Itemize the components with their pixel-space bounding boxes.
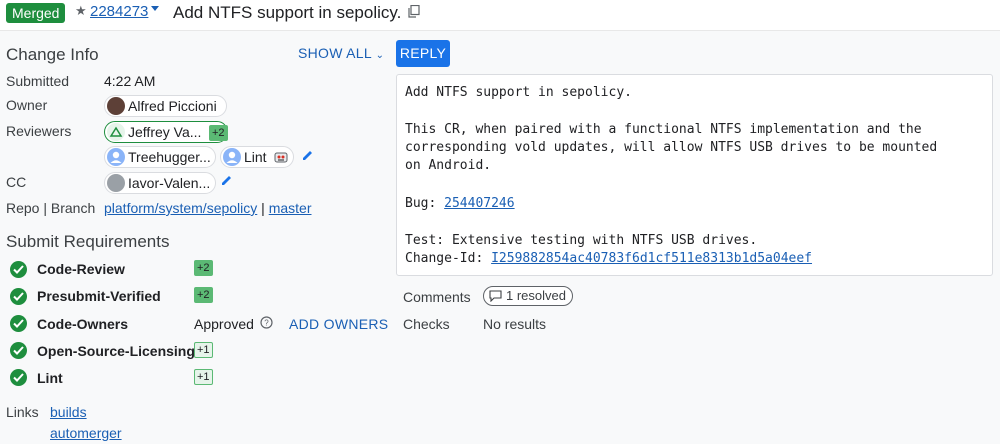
add-owners-button[interactable]: ADD OWNERS (289, 316, 388, 332)
reviewer-name: Jeffrey Va... (128, 124, 202, 140)
checks-label: Checks (403, 316, 450, 332)
requirement-vote: +2 (194, 287, 213, 303)
avatar (107, 97, 125, 115)
person-icon (226, 151, 238, 163)
change-subject: Add NTFS support in sepolicy. (173, 3, 402, 22)
change-number-link[interactable]: 2284273 (90, 3, 148, 20)
cc-name: Iavor-Valen... (128, 175, 211, 191)
comment-bubble-icon (489, 290, 502, 302)
chevron-down-icon[interactable] (151, 6, 159, 11)
cc-label: CC (6, 174, 27, 190)
requirement-status: Approved (194, 316, 254, 332)
check-circle-icon (10, 315, 27, 332)
reviewer-name: Lint (244, 149, 267, 165)
change-info-title: Change Info (6, 45, 99, 64)
avatar (107, 123, 125, 141)
commit-message-box: Add NTFS support in sepolicy. This CR, w… (396, 74, 993, 276)
commit-message-line: corresponding vold updates, will allow N… (405, 140, 938, 155)
show-all-button[interactable]: SHOW ALL ⌄ (298, 45, 384, 61)
star-icon[interactable]: ★ (75, 3, 87, 19)
bug-line: Bug: 254407246 (405, 196, 515, 211)
owner-chip[interactable]: Alfred Piccioni (104, 95, 227, 117)
submitted-label: Submitted (6, 73, 70, 89)
comments-resolved-text: 1 resolved (506, 288, 566, 303)
svg-text:?: ? (264, 319, 269, 328)
submitted-value: 4:22 AM (104, 73, 156, 89)
commit-message-line: Add NTFS support in sepolicy. (405, 85, 632, 100)
reviewer-name: Treehugger... (128, 149, 211, 165)
links-label: Links (6, 404, 39, 420)
repo-branch-separator: | (261, 200, 265, 216)
reviewer-vote: +2 (209, 125, 228, 141)
avatar (223, 148, 241, 166)
branch-link[interactable]: master (269, 200, 312, 216)
check-circle-icon (10, 342, 27, 359)
change-header: Merged ★ 2284273 Add NTFS support in sep… (0, 0, 1000, 31)
requirement-name: Code-Review (37, 261, 125, 277)
bug-link[interactable]: 254407246 (444, 196, 514, 211)
show-all-label: SHOW ALL (298, 45, 372, 61)
requirement-name: Presubmit-Verified (37, 288, 161, 304)
owner-name: Alfred Piccioni (128, 98, 217, 114)
check-circle-icon (10, 288, 27, 305)
requirement-vote: +2 (194, 260, 213, 276)
status-badge: Merged (6, 3, 66, 23)
check-circle-icon (10, 369, 27, 386)
submit-requirements-title: Submit Requirements (6, 232, 170, 251)
requirement-vote: +1 (194, 369, 213, 385)
automerger-link[interactable]: automerger (50, 425, 122, 441)
bug-label: Bug: (405, 196, 437, 211)
requirement-name: Lint (37, 370, 63, 386)
reply-button[interactable]: REPLY (396, 40, 450, 67)
person-icon (110, 151, 122, 163)
reviewer-chip[interactable]: Jeffrey Va... +2 (104, 121, 228, 143)
copy-icon[interactable] (408, 5, 420, 18)
checks-value: No results (483, 316, 547, 332)
repo-branch-label: Repo | Branch (6, 200, 96, 216)
comments-label: Comments (403, 289, 471, 305)
reviewers-label: Reviewers (6, 123, 72, 139)
reviewer-avatar-icon (109, 126, 123, 137)
avatar (107, 148, 125, 166)
robot-icon (274, 152, 288, 163)
commit-message-line: Test: Extensive testing with NTFS USB dr… (405, 233, 758, 248)
help-icon[interactable]: ? (260, 316, 273, 329)
edit-pencil-icon[interactable] (302, 149, 314, 161)
owner-label: Owner (6, 97, 48, 113)
repo-link[interactable]: platform/system/sepolicy (104, 200, 257, 216)
change-id-line: Change-Id: I259882854ac40783f6d1cf511e83… (405, 251, 812, 266)
commit-message-line: This CR, when paired with a functional N… (405, 122, 922, 137)
edit-pencil-icon[interactable] (221, 174, 233, 186)
repo-branch-value: platform/system/sepolicy | master (104, 200, 312, 216)
builds-link[interactable]: builds (50, 404, 87, 420)
cc-chip[interactable]: Iavor-Valen... (104, 172, 216, 194)
requirement-vote: +1 (194, 342, 213, 358)
requirement-name: Open-Source-Licensing (37, 343, 195, 359)
requirement-name: Code-Owners (37, 316, 129, 332)
comments-resolved-chip[interactable]: 1 resolved (483, 286, 573, 306)
chevron-down-icon: ⌄ (375, 50, 385, 61)
check-circle-icon (10, 261, 27, 278)
change-id-link[interactable]: I259882854ac40783f6d1cf511e8313b1d5a04ee… (491, 251, 812, 266)
change-id-label: Change-Id: (405, 251, 484, 266)
avatar (107, 174, 125, 192)
reviewer-chip[interactable]: Lint (220, 146, 294, 168)
reviewer-chip[interactable]: Treehugger... (104, 146, 216, 168)
commit-message-line: on Android. (405, 158, 492, 173)
